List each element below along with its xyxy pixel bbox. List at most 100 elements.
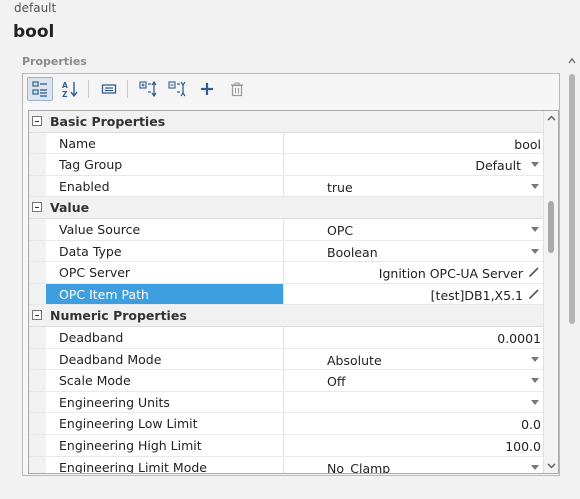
chevron-up-icon[interactable] — [567, 56, 577, 66]
row-gutter — [29, 327, 46, 348]
sort-az-icon: A Z — [62, 81, 78, 98]
property-name: Data Type — [46, 240, 284, 262]
property-value[interactable]: Boolean — [285, 241, 543, 262]
collapse-all-button[interactable] — [164, 77, 190, 101]
property-row-deadband[interactable]: Deadband 0.0001 — [29, 327, 543, 349]
delete-button[interactable] — [224, 77, 250, 101]
outer-scrollbar[interactable] — [567, 56, 577, 346]
property-row-name[interactable]: Name bool — [29, 132, 543, 155]
chevron-down-icon[interactable] — [531, 399, 539, 405]
property-value[interactable]: 0.0001 — [285, 327, 543, 348]
chevron-down-icon[interactable] — [531, 378, 539, 384]
description-button[interactable] — [96, 77, 122, 101]
property-row-enabled[interactable]: Enabled true — [29, 175, 543, 198]
property-name: Enabled — [46, 175, 284, 197]
property-name: Engineering Low Limit — [46, 413, 284, 434]
toolbar-separator — [88, 80, 89, 98]
trash-icon — [231, 82, 243, 97]
row-gutter — [29, 370, 46, 391]
chevron-down-icon[interactable] — [531, 248, 539, 254]
property-row-engineering-limit-mode[interactable]: Engineering Limit Mode No_Clamp — [29, 456, 543, 473]
grid-scrollbar[interactable] — [543, 111, 558, 473]
property-value[interactable] — [285, 392, 543, 413]
property-value[interactable]: bool — [285, 133, 543, 154]
expand-all-button[interactable] — [135, 77, 161, 101]
toolbar-separator — [127, 80, 128, 98]
chevron-down-icon[interactable] — [531, 356, 539, 362]
category-basic-properties[interactable]: Basic Properties — [29, 111, 543, 133]
property-value[interactable]: Off — [285, 370, 543, 391]
category-label: Numeric Properties — [50, 308, 187, 324]
breadcrumb: default — [14, 1, 57, 15]
row-gutter — [29, 413, 46, 434]
svg-text:Z: Z — [62, 90, 68, 98]
row-gutter — [29, 456, 46, 473]
property-row-scale-mode[interactable]: Scale Mode Off — [29, 370, 543, 392]
chevron-up-icon[interactable] — [547, 114, 556, 123]
chevron-down-icon[interactable] — [531, 227, 539, 232]
property-value[interactable]: OPC — [285, 219, 543, 240]
scrollbar-thumb[interactable] — [569, 74, 575, 324]
pencil-icon[interactable] — [527, 265, 541, 279]
property-value[interactable]: Default — [285, 154, 543, 175]
property-row-engineering-high-limit[interactable]: Engineering High Limit 100.0 — [29, 435, 543, 457]
property-value[interactable]: No_Clamp — [285, 457, 543, 473]
add-button[interactable] — [194, 77, 220, 101]
property-name: Scale Mode — [46, 370, 284, 391]
property-value[interactable]: Absolute — [285, 349, 543, 370]
property-name: Engineering High Limit — [46, 435, 284, 456]
expand-icon — [139, 80, 157, 98]
property-row-data-type[interactable]: Data Type Boolean — [29, 240, 543, 263]
property-row-deadband-mode[interactable]: Deadband Mode Absolute — [29, 348, 543, 371]
category-numeric-properties[interactable]: Numeric Properties — [29, 305, 543, 327]
collapse-icon[interactable] — [32, 116, 42, 126]
property-name: Engineering Units — [46, 391, 284, 413]
categorized-icon — [32, 81, 47, 97]
property-name: Engineering Limit Mode — [46, 456, 284, 473]
chevron-down-icon[interactable] — [531, 183, 539, 189]
chevron-down-icon[interactable] — [547, 461, 556, 470]
row-gutter — [29, 154, 46, 175]
chevron-down-icon[interactable] — [531, 464, 539, 470]
property-row-engineering-low-limit[interactable]: Engineering Low Limit 0.0 — [29, 413, 543, 435]
property-name: Name — [46, 132, 284, 154]
row-gutter — [29, 262, 46, 283]
scrollbar-thumb[interactable] — [548, 201, 554, 253]
properties-section-label: Properties — [22, 55, 87, 68]
tag-title: bool — [13, 22, 55, 42]
category-label: Value — [50, 200, 90, 216]
property-name: OPC Server — [46, 262, 284, 283]
row-gutter — [29, 175, 46, 197]
pencil-icon[interactable] — [527, 287, 541, 301]
properties-toolbar: A Z — [23, 74, 559, 104]
property-row-value-source[interactable]: Value Source OPC — [29, 219, 543, 241]
properties-panel: A Z Basic Properties Name bool Tag Group… — [22, 73, 560, 476]
row-gutter — [29, 132, 46, 154]
categorized-view-button[interactable] — [27, 77, 53, 101]
property-value[interactable]: Ignition OPC-UA Server — [285, 262, 543, 283]
sort-alpha-button[interactable]: A Z — [57, 77, 83, 101]
row-gutter — [29, 283, 46, 305]
row-gutter — [29, 435, 46, 456]
property-name: Deadband — [46, 327, 284, 348]
chevron-down-icon[interactable] — [531, 162, 539, 168]
category-value[interactable]: Value — [29, 197, 543, 219]
row-gutter — [29, 219, 46, 240]
property-name: Value Source — [46, 219, 284, 240]
property-name: Tag Group — [46, 154, 284, 175]
property-row-engineering-units[interactable]: Engineering Units — [29, 391, 543, 414]
property-name: OPC Item Path — [46, 283, 284, 305]
property-value[interactable]: 100.0 — [285, 435, 543, 456]
row-gutter — [29, 391, 46, 413]
property-value[interactable]: 0.0 — [285, 413, 543, 434]
collapse-icon[interactable] — [32, 202, 42, 213]
collapse-icon[interactable] — [32, 310, 42, 321]
property-row-tag-group[interactable]: Tag Group Default — [29, 154, 543, 176]
category-label: Basic Properties — [50, 114, 166, 129]
property-value[interactable]: true — [285, 176, 543, 197]
description-icon — [101, 84, 117, 94]
property-value[interactable]: [test]DB1,X5.1 — [285, 284, 543, 305]
svg-text:A: A — [62, 81, 68, 90]
property-row-opc-item-path[interactable]: OPC Item Path [test]DB1,X5.1 — [29, 283, 543, 306]
property-row-opc-server[interactable]: OPC Server Ignition OPC-UA Server — [29, 262, 543, 284]
